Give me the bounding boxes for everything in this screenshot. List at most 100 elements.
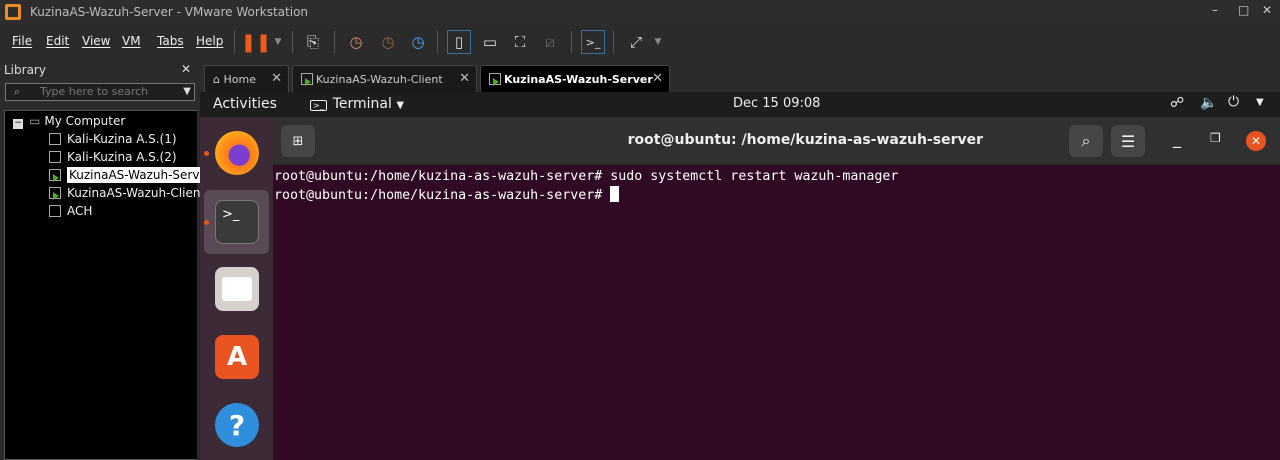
volume-icon[interactable]: 🔈 xyxy=(1200,95,1217,111)
files-icon[interactable] xyxy=(215,267,259,311)
collapse-icon[interactable]: − xyxy=(13,119,23,129)
fullscreen-icon[interactable]: ⛶ xyxy=(508,30,532,54)
tab-label: KuzinaAS-Wazuh-Client xyxy=(316,73,443,86)
activities-button[interactable]: Activities xyxy=(213,96,277,112)
menu-tabs[interactable]: Tabs xyxy=(157,34,184,48)
vm-icon xyxy=(49,151,61,163)
chevron-down-icon[interactable]: ▼ xyxy=(266,30,290,54)
close-button[interactable]: ✕ xyxy=(1262,3,1272,17)
power-icon[interactable]: ⏻ xyxy=(1228,94,1239,110)
chevron-down-icon[interactable]: ▼ xyxy=(646,30,670,54)
vm-running-icon xyxy=(49,169,61,182)
terminal-output[interactable]: root@ubuntu:/home/kuzina-as-wazuh-server… xyxy=(273,165,1271,460)
terminal-icon[interactable]: >_ xyxy=(215,200,259,244)
vm-icon xyxy=(49,205,61,217)
computer-icon: ▭ xyxy=(29,114,41,128)
snapshot-icon[interactable]: ◷ xyxy=(344,30,368,54)
tree-node-vm[interactable]: Kali-Kuzina A.S.(2) xyxy=(49,150,177,164)
unity-icon[interactable]: ⧄ xyxy=(538,30,562,54)
thumbnail-bar-icon[interactable]: ▭ xyxy=(478,30,502,54)
chevron-down-icon[interactable]: ▼ xyxy=(183,84,191,100)
clock[interactable]: Dec 15 09:08 xyxy=(733,96,820,111)
tree-label: KuzinaAS-Wazuh-Client xyxy=(67,186,206,200)
library-panel: Library ✕ ⌕ Type here to search ▼ − ▭ My C… xyxy=(0,58,214,460)
terminal-header: ⊞ root@ubuntu: /home/kuzina-as-wazuh-ser… xyxy=(273,117,1280,165)
tab-label: KuzinaAS-Wazuh-Server xyxy=(504,73,653,86)
gnome-top-bar: Activities >_ Terminal ▼ Dec 15 09:08 ☍ 🔈… xyxy=(200,92,1280,117)
menu-edit[interactable]: Edit xyxy=(46,34,69,48)
library-search-input[interactable]: ⌕ Type here to search ▼ xyxy=(5,83,195,101)
app-store-icon[interactable]: A xyxy=(215,335,259,379)
vm-tree: − ▭ My Computer Kali-Kuzina A.S.(1) Kali-K… xyxy=(4,110,214,460)
search-icon: ⌕ xyxy=(14,85,21,98)
terminal-line: root@ubuntu:/home/kuzina-as-wazuh-server… xyxy=(274,169,899,184)
network-icon[interactable]: ☍ xyxy=(1170,95,1184,111)
divider xyxy=(292,31,293,53)
vmware-logo-icon xyxy=(5,4,21,20)
vm-running-icon xyxy=(301,73,313,86)
tree-label: ACH xyxy=(67,204,93,218)
window-title: KuzinaAS-Wazuh-Server - VMware Workstati… xyxy=(30,5,309,19)
tab-home[interactable]: ⌂ Home ✕ xyxy=(204,65,289,92)
close-tab-icon[interactable]: ✕ xyxy=(271,71,282,86)
close-tab-icon[interactable]: ✕ xyxy=(652,71,663,86)
tab-wazuh-client[interactable]: KuzinaAS-Wazuh-Client ✕ xyxy=(292,65,477,92)
send-keys-icon[interactable]: ⎘ xyxy=(301,30,325,54)
pause-icon[interactable]: ❚❚ xyxy=(241,30,271,54)
maximize-button[interactable]: □ xyxy=(1238,3,1249,17)
vm-icon xyxy=(49,133,61,145)
menu-vm[interactable]: VM xyxy=(122,34,141,48)
divider xyxy=(571,31,572,53)
minimize-button[interactable]: _ xyxy=(1173,129,1181,148)
tree-node-my-computer[interactable]: − ▭ My Computer xyxy=(13,114,125,129)
title-bar: KuzinaAS-Wazuh-Server - VMware Workstati… xyxy=(0,0,1280,25)
tree-label: My Computer xyxy=(44,114,126,128)
search-placeholder: Type here to search xyxy=(40,85,149,98)
divider xyxy=(334,31,335,53)
terminal-title: root@ubuntu: /home/kuzina-as-wazuh-serve… xyxy=(627,132,983,148)
close-tab-icon[interactable]: ✕ xyxy=(459,71,470,86)
tree-node-vm[interactable]: Kali-Kuzina A.S.(1) xyxy=(49,132,177,146)
hamburger-menu-button[interactable]: ☰ xyxy=(1111,125,1145,157)
running-indicator xyxy=(204,151,209,156)
terminal-app-menu[interactable]: >_ Terminal ▼ xyxy=(310,96,404,112)
divider xyxy=(234,31,235,53)
terminal-prompt: root@ubuntu:/home/kuzina-as-wazuh-server… xyxy=(274,188,611,203)
dock: >_ A ? xyxy=(200,117,273,460)
close-button[interactable]: ✕ xyxy=(1246,131,1266,151)
menu-help[interactable]: Help xyxy=(196,34,223,48)
tree-label: Kali-Kuzina A.S.(2) xyxy=(67,150,177,164)
terminal-icon: >_ xyxy=(310,100,327,111)
library-title: Library xyxy=(4,63,46,77)
show-library-icon[interactable]: ▯ xyxy=(447,30,471,54)
library-close-button[interactable]: ✕ xyxy=(181,62,191,76)
chevron-down-icon[interactable]: ▼ xyxy=(1256,97,1264,108)
tab-bar: ⌂ Home ✕ KuzinaAS-Wazuh-Client ✕ KuzinaAS-… xyxy=(200,62,1280,92)
tree-node-vm[interactable]: KuzinaAS-Wazuh-Client xyxy=(49,186,205,200)
vm-running-icon xyxy=(489,73,501,86)
revert-snapshot-icon[interactable]: ◷ xyxy=(376,30,400,54)
app-menu-label: Terminal xyxy=(332,96,392,112)
vm-running-icon xyxy=(49,187,61,200)
search-button[interactable]: ⌕ xyxy=(1069,125,1103,157)
scrollbar[interactable] xyxy=(1271,165,1280,460)
tree-node-vm[interactable]: ACH xyxy=(49,204,92,218)
firefox-icon[interactable] xyxy=(215,131,259,175)
running-indicator xyxy=(204,220,209,225)
restore-button[interactable]: ❐ xyxy=(1210,131,1221,145)
help-icon[interactable]: ? xyxy=(215,403,259,447)
tab-wazuh-server[interactable]: KuzinaAS-Wazuh-Server ✕ xyxy=(480,65,670,92)
divider xyxy=(437,31,438,53)
cursor xyxy=(610,186,620,202)
menu-view[interactable]: View xyxy=(82,34,110,48)
menu-file[interactable]: File xyxy=(12,34,32,48)
snapshot-manager-icon[interactable]: ◷ xyxy=(406,30,430,54)
tab-label: Home xyxy=(223,73,256,86)
tree-label: KuzinaAS-Wazuh-Server xyxy=(67,167,214,183)
minimize-button[interactable]: – xyxy=(1212,3,1218,17)
divider xyxy=(613,31,614,53)
stretch-icon[interactable]: ⤢ xyxy=(624,30,648,54)
tree-node-vm-selected[interactable]: KuzinaAS-Wazuh-Server xyxy=(49,167,214,183)
console-view-icon[interactable]: >_ xyxy=(581,30,605,54)
chevron-down-icon: ▼ xyxy=(396,100,405,111)
